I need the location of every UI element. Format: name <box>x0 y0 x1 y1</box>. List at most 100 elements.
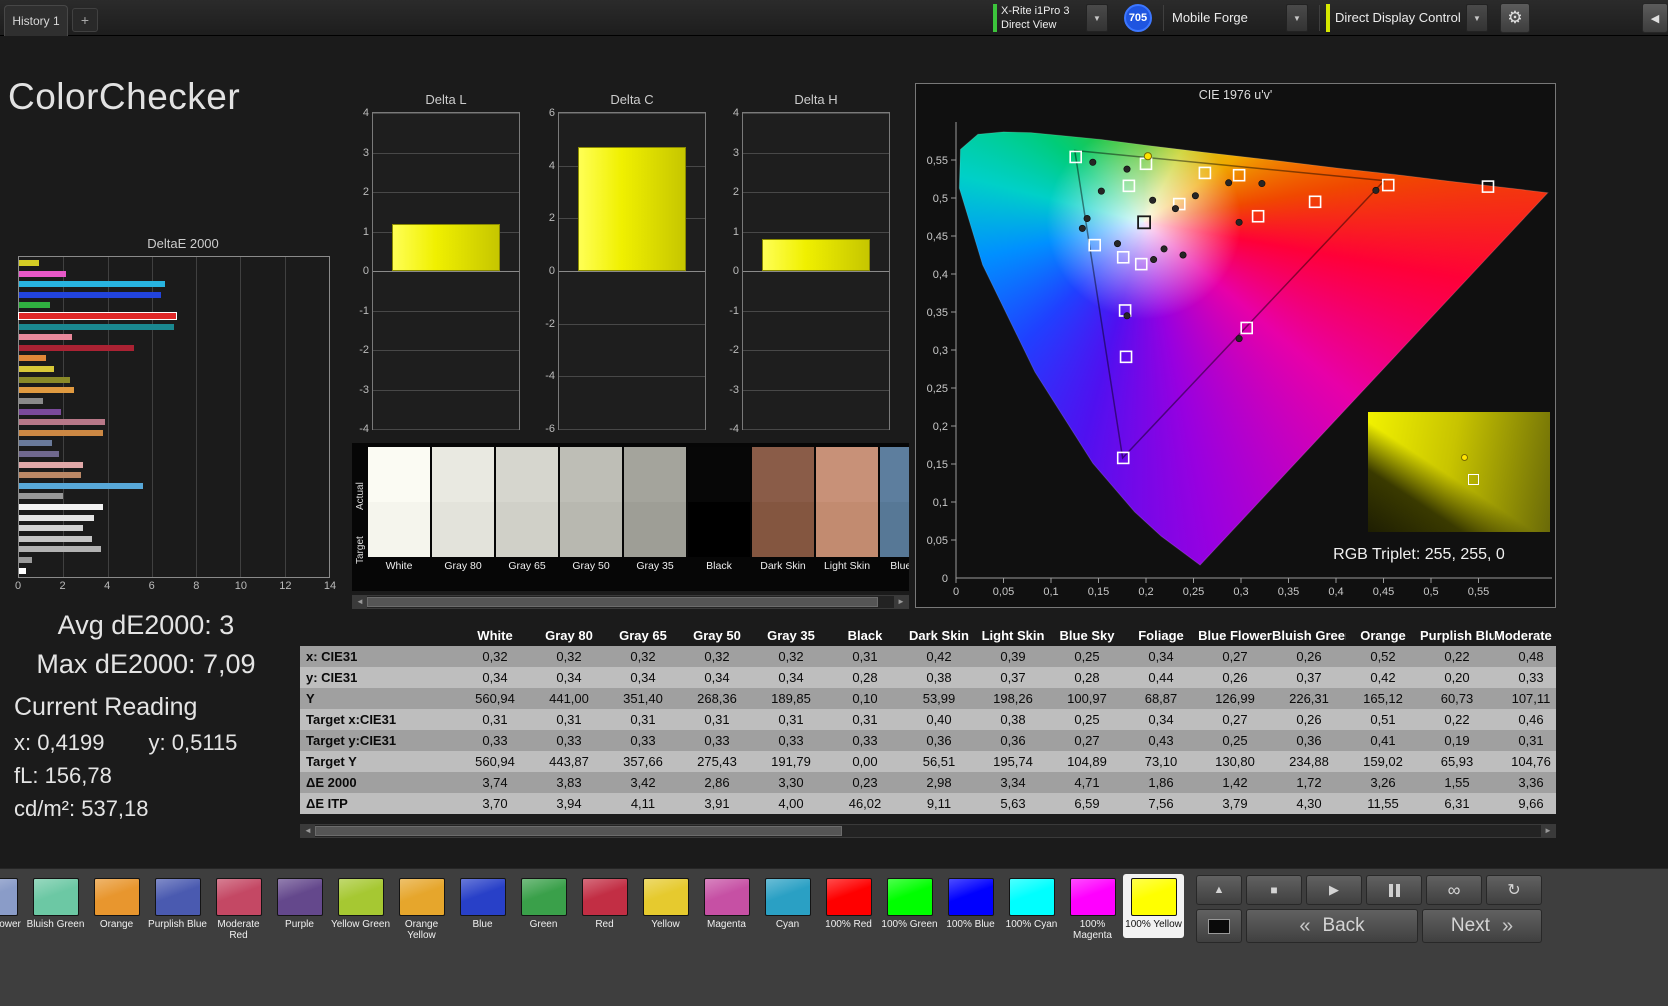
tab-history-1[interactable]: History 1 <box>4 5 68 36</box>
patch-button-purple[interactable]: Purple <box>269 874 330 938</box>
table-cell: 0,33 <box>828 730 902 751</box>
collapse-bar-button[interactable]: ▲ <box>1196 875 1242 905</box>
scroll-left-arrow[interactable]: ◄ <box>353 596 367 608</box>
pause-button[interactable] <box>1366 875 1422 905</box>
target-swatch <box>688 502 750 557</box>
patch-button-100-magenta[interactable]: 100% Magenta <box>1062 874 1123 938</box>
table-cell: 4,11 <box>606 793 680 814</box>
collapse-panel-button[interactable]: ◀ <box>1642 3 1668 33</box>
source-dropdown-button[interactable]: ▼ <box>1286 4 1308 32</box>
scroll-right-arrow[interactable]: ► <box>894 596 908 608</box>
scroll-thumb[interactable] <box>315 826 842 836</box>
patch-button-100-red[interactable]: 100% Red <box>818 874 879 938</box>
scroll-track[interactable] <box>315 825 1541 837</box>
de2000-bar <box>19 419 105 425</box>
gridline <box>373 311 519 312</box>
actual-swatch <box>368 447 430 502</box>
back-button[interactable]: « Back <box>1246 909 1418 943</box>
patch-button-purplish-blue[interactable]: Purplish Blue <box>147 874 208 938</box>
play-button[interactable]: ▶ <box>1306 875 1362 905</box>
table-cell: 0,25 <box>1050 709 1124 730</box>
meter-dropdown-button[interactable]: ▼ <box>1086 4 1108 32</box>
measured-point <box>1172 205 1178 211</box>
next-button[interactable]: Next » <box>1422 909 1542 943</box>
de2000-chart: DeltaE 2000 02468101214 <box>8 236 338 608</box>
table-cell: 0,20 <box>1420 667 1494 688</box>
table-cell: 0,34 <box>532 667 606 688</box>
swatch-white: White <box>368 447 430 575</box>
table-cell: 46,02 <box>828 793 902 814</box>
patch-button-red[interactable]: Red <box>574 874 635 938</box>
axis-tick-label: 8 <box>193 580 199 592</box>
patch-button-yellow-green[interactable]: Yellow Green <box>330 874 391 938</box>
scroll-right-arrow[interactable]: ► <box>1541 825 1555 837</box>
patch-button-100-green[interactable]: 100% Green <box>879 874 940 938</box>
infinity-icon: ∞ <box>1448 880 1461 901</box>
refresh-button[interactable]: ↻ <box>1486 875 1542 905</box>
axis-tick-label: 0 <box>953 586 959 598</box>
patch-button-magenta[interactable]: Magenta <box>696 874 757 938</box>
actual-row-label: Actual <box>355 455 366 510</box>
swatch-label: Gray 65 <box>496 557 558 575</box>
table-cell: 351,40 <box>606 688 680 709</box>
patch-button-blue-flower[interactable]: Blue Flower <box>0 874 25 938</box>
patch-button-orange[interactable]: Orange <box>86 874 147 938</box>
table-header-cell: Moderate Red <box>1494 624 1556 646</box>
table-cell: 7,56 <box>1124 793 1198 814</box>
measured-point <box>1236 219 1242 225</box>
table-row: x: CIE310,320,320,320,320,320,310,420,39… <box>300 646 1556 667</box>
patch-button-blue[interactable]: Blue <box>452 874 513 938</box>
table-cell: 0,33 <box>754 730 828 751</box>
table-cell: 165,12 <box>1346 688 1420 709</box>
patch-swatch <box>1131 878 1177 916</box>
target-square-marker <box>1121 351 1132 362</box>
control-dropdown-button[interactable]: ▼ <box>1466 4 1488 32</box>
de2000-bar <box>19 260 39 266</box>
table-cell: 3,42 <box>606 772 680 793</box>
delta-chart-delta-l: Delta L43210-1-2-3-4 <box>352 92 520 456</box>
swatch-scrollbar[interactable]: ◄► <box>352 595 909 609</box>
settings-button[interactable]: ⚙ <box>1500 3 1530 33</box>
table-row: Y560,94441,00351,40268,36189,850,1053,99… <box>300 688 1556 709</box>
table-cell: 3,74 <box>458 772 532 793</box>
table-cell: 100,97 <box>1050 688 1124 709</box>
de2000-bar-row <box>19 302 329 308</box>
table-cell: 4,30 <box>1272 793 1346 814</box>
table-scrollbar[interactable]: ◄► <box>300 824 1556 838</box>
axis-tick-label: 0,35 <box>927 307 948 319</box>
table-cell: 0,26 <box>1198 667 1272 688</box>
patch-button-bluish-green[interactable]: Bluish Green <box>25 874 86 938</box>
de2000-bar <box>19 409 61 415</box>
table-cell: 0,46 <box>1494 709 1556 730</box>
patch-button-moderate-red[interactable]: Moderate Red <box>208 874 269 938</box>
swatch-label: Light Skin <box>816 557 878 575</box>
de2000-bar <box>19 271 66 277</box>
scroll-thumb[interactable] <box>367 597 878 607</box>
de2000-bar <box>19 536 92 542</box>
patch-button-orange-yellow[interactable]: Orange Yellow <box>391 874 452 938</box>
patch-button-100-blue[interactable]: 100% Blue <box>940 874 1001 938</box>
gridline <box>743 113 889 114</box>
patch-button-100-cyan[interactable]: 100% Cyan <box>1001 874 1062 938</box>
table-cell: 0,34 <box>1124 709 1198 730</box>
table-cell: 441,00 <box>532 688 606 709</box>
gear-icon: ⚙ <box>1507 8 1522 28</box>
patch-button-green[interactable]: Green <box>513 874 574 938</box>
table-header-cell: Gray 35 <box>754 624 828 646</box>
axis-tick-label: 0,55 <box>927 155 948 167</box>
patch-button-100-yellow[interactable]: 100% Yellow <box>1123 874 1184 938</box>
table-cell: 56,51 <box>902 751 976 772</box>
blank-screen-button[interactable] <box>1196 909 1242 943</box>
patch-swatch <box>0 878 18 916</box>
scroll-left-arrow[interactable]: ◄ <box>301 825 315 837</box>
loop-button[interactable]: ∞ <box>1426 875 1482 905</box>
add-tab-button[interactable]: + <box>72 8 98 32</box>
stop-button[interactable]: ■ <box>1246 875 1302 905</box>
scroll-track[interactable] <box>367 596 894 608</box>
patch-button-cyan[interactable]: Cyan <box>757 874 818 938</box>
pattern-badge[interactable]: 705 <box>1124 4 1152 32</box>
patch-label: Magenta <box>696 919 757 930</box>
gridline <box>743 311 889 312</box>
patch-button-yellow[interactable]: Yellow <box>635 874 696 938</box>
table-cell: 275,43 <box>680 751 754 772</box>
